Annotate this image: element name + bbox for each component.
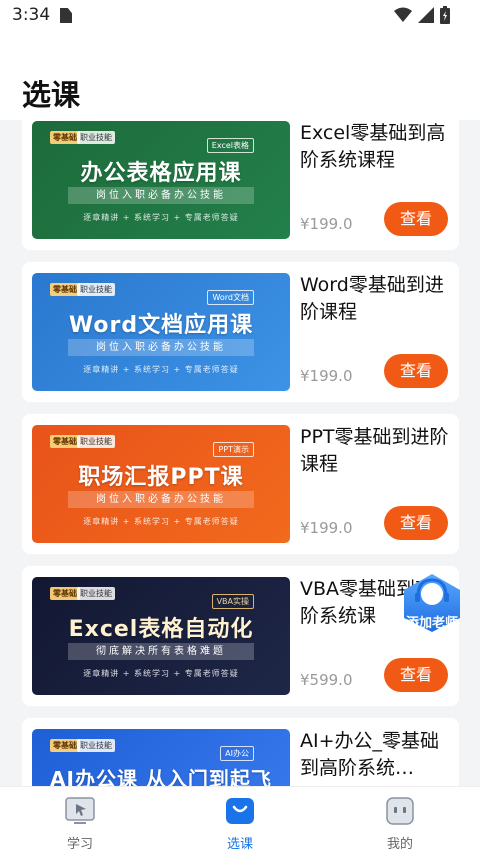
view-button[interactable]: 查看 [384,506,448,540]
course-title: PPT零基础到进阶课程 [300,426,449,475]
thumb-tag: 职业技能 [77,131,115,144]
tab-select-course[interactable]: 选课 [160,787,320,854]
thumb-band: 岗位入职必备办公技能 [68,187,254,204]
thumb-headline: AI办公课 从入门到起飞 [50,767,272,786]
course-price: ¥199.0 [300,519,353,537]
thumb-tag: 职业技能 [77,435,115,448]
thumb-tag: 零基础 [50,587,80,600]
shopping-bag-icon [226,798,254,824]
course-list[interactable]: 零基础 职业技能 Excel表格 办公表格应用课 岗位入职必备办公技能 逐章精讲… [0,120,480,786]
thumb-tag: PPT演示 [213,442,254,457]
thumb-foot: 逐章精讲 + 系统学习 + 专属老师答疑 [83,213,239,222]
status-bar: 3:34 [0,0,480,32]
add-teacher-label: 添加老师 [405,616,458,631]
tab-profile[interactable]: 我的 [320,787,480,854]
course-price: ¥199.0 [300,367,353,385]
view-button[interactable]: 查看 [384,354,448,388]
thumb-band: 岗位入职必备办公技能 [68,491,254,508]
study-icon [65,797,95,824]
course-thumbnail: 零基础 职业技能 Excel表格 办公表格应用课 岗位入职必备办公技能 逐章精讲… [32,121,290,239]
tab-label: 选课 [226,837,253,852]
course-thumbnail: 零基础 职业技能 AI办公 AI办公课 从入门到起飞 [32,729,290,786]
bottom-tab-bar: 学习 选课 我的 [0,786,480,854]
tab-study[interactable]: 学习 [0,787,160,854]
thumb-tag: 职业技能 [77,283,115,296]
status-icons [394,6,450,24]
page-header: 选课 [0,32,480,120]
add-teacher-button[interactable]: 添加老师 [396,572,468,634]
tab-label: 我的 [386,837,413,852]
course-title: Excel零基础到高阶系统课程 [300,122,446,171]
thumb-tag: 职业技能 [77,739,115,752]
view-button[interactable]: 查看 [384,202,448,236]
course-thumbnail: 零基础 职业技能 VBA实操 Excel表格自动化 彻底解决所有表格难题 逐章精… [32,577,290,695]
thumb-tag: 零基础 [50,739,80,752]
thumb-headline: 办公表格应用课 [80,161,242,186]
course-card[interactable]: 零基础 职业技能 Excel表格 办公表格应用课 岗位入职必备办公技能 逐章精讲… [22,120,459,250]
tab-label: 学习 [66,837,93,852]
thumb-headline: Excel表格自动化 [68,617,254,642]
thumb-tag: Excel表格 [206,138,254,153]
course-card[interactable]: 零基础 职业技能 VBA实操 Excel表格自动化 彻底解决所有表格难题 逐章精… [22,566,459,706]
thumb-tag: VBA实操 [211,594,254,609]
thumb-headline: Word文档应用课 [68,313,254,338]
thumb-band: 彻底解决所有表格难题 [68,643,254,660]
course-card[interactable]: 零基础 职业技能 Word文档 Word文档应用课 岗位入职必备办公技能 逐章精… [22,262,459,402]
course-price: ¥199.0 [300,215,353,233]
view-button[interactable]: 查看 [384,658,448,692]
thumb-tag: 零基础 [50,435,80,448]
thumb-band: 岗位入职必备办公技能 [68,339,254,356]
thumb-foot: 逐章精讲 + 系统学习 + 专属老师答疑 [83,517,239,526]
page-title: 选课 [22,78,81,112]
thumb-tag: 零基础 [50,283,80,296]
battery-icon [440,6,450,24]
course-thumbnail: 零基础 职业技能 Word文档 Word文档应用课 岗位入职必备办公技能 逐章精… [32,273,290,391]
course-title: Word零基础到进阶课程 [300,274,444,323]
thumb-tag: 零基础 [50,131,80,144]
course-thumbnail: 零基础 职业技能 PPT演示 职场汇报PPT课 岗位入职必备办公技能 逐章精讲 … [32,425,290,543]
thumb-foot: 逐章精讲 + 系统学习 + 专属老师答疑 [83,669,239,678]
course-price: ¥599.0 [300,671,353,689]
sim-card-icon [60,8,72,23]
thumb-tag: Word文档 [207,290,254,305]
signal-icon [418,7,434,23]
status-time: 3:34 [12,5,51,25]
course-title: AI+办公_零基础到高阶系统… [300,730,440,779]
thumb-tag: AI办公 [220,746,254,761]
thumb-headline: 职场汇报PPT课 [78,465,244,490]
course-card[interactable]: 零基础 职业技能 PPT演示 职场汇报PPT课 岗位入职必备办公技能 逐章精讲 … [22,414,459,554]
wifi-icon [394,7,412,22]
thumb-tag: 职业技能 [77,587,115,600]
course-card[interactable]: 零基础 职业技能 AI办公 AI办公课 从入门到起飞 AI+办公_零基础到高阶系… [22,718,459,786]
profile-icon [386,797,414,825]
thumb-foot: 逐章精讲 + 系统学习 + 专属老师答疑 [83,365,239,374]
